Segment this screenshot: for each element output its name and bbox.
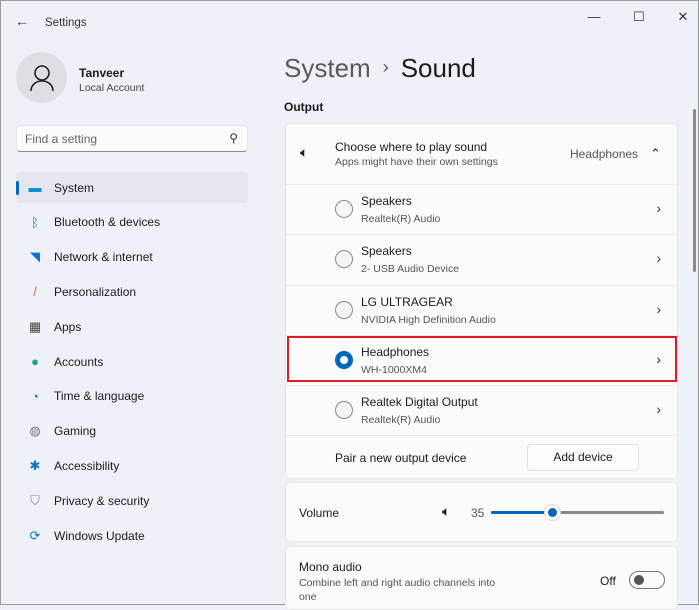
sidebar-item-windows-update[interactable]: ⟳ Windows Update: [16, 520, 248, 551]
window-title: Settings: [45, 17, 87, 29]
device-radio[interactable]: [335, 401, 353, 420]
sidebar-item-label: Accounts: [54, 354, 104, 369]
device-radio[interactable]: [335, 200, 353, 218]
nav-icon: ᛒ: [31, 214, 39, 230]
mono-audio-title: Mono audio: [299, 560, 362, 574]
sidebar-item-label: Privacy & security: [54, 493, 150, 508]
sidebar-item-label: Network & internet: [54, 250, 153, 265]
volume-speaker-icon[interactable]: 🔈︎: [442, 503, 450, 520]
highlight-box: [287, 336, 677, 382]
sidebar-item-gaming[interactable]: ◍ Gaming: [16, 416, 248, 447]
volume-slider[interactable]: [491, 504, 664, 521]
breadcrumb-separator: ›: [382, 57, 389, 77]
nav-icon: ⟳: [29, 527, 41, 543]
output-device-row[interactable]: Speakers Realtek(R) Audio ›: [286, 184, 677, 234]
chevron-up-icon[interactable]: ⌃: [650, 146, 661, 162]
mono-audio-state: Off: [600, 574, 616, 588]
nav-icon: ▦: [28, 318, 42, 334]
sidebar-item-bluetooth-devices[interactable]: ᛒ Bluetooth & devices: [16, 207, 248, 238]
device-description: 2- USB Audio Device: [361, 263, 460, 276]
nav-icon: ●: [31, 354, 39, 369]
sidebar-item-label: Accessibility: [54, 458, 120, 473]
sidebar-item-network-internet[interactable]: ◥ Network & internet: [16, 242, 248, 273]
account-type: Local Account: [79, 82, 145, 94]
sidebar-item-personalization[interactable]: / Personalization: [16, 276, 248, 307]
device-name: Realtek Digital Output: [361, 395, 478, 410]
choose-output-subtitle: Apps might have their own settings: [335, 156, 498, 168]
volume-value: 35: [471, 506, 485, 520]
avatar[interactable]: [16, 52, 67, 103]
nav-icon: ◔: [31, 388, 39, 404]
sidebar-item-privacy-security[interactable]: ⛉ Privacy & security: [16, 485, 248, 516]
device-name: Speakers: [361, 194, 412, 208]
breadcrumb: System › Sound: [284, 53, 476, 84]
pair-device-label: Pair a new output device: [335, 451, 467, 465]
volume-slider-thumb[interactable]: [543, 504, 561, 521]
output-device-row[interactable]: Speakers 2- USB Audio Device ›: [286, 234, 677, 284]
pair-device-row: Pair a new output device Add device: [286, 435, 677, 479]
device-description: NVIDIA High Definition Audio: [361, 313, 496, 326]
sidebar-item-time-language[interactable]: ◔ Time & language: [16, 381, 248, 412]
volume-slider-fill: [491, 511, 552, 514]
device-description: Realtek(R) Audio: [361, 414, 441, 427]
chevron-right-icon[interactable]: ›: [656, 200, 661, 216]
add-device-button[interactable]: Add device: [527, 444, 639, 471]
sidebar-item-accessibility[interactable]: ✱ Accessibility: [16, 450, 248, 481]
device-radio[interactable]: [335, 250, 353, 269]
sidebar-item-label: Windows Update: [54, 528, 145, 543]
sidebar-item-system[interactable]: ▬ System: [16, 172, 248, 203]
page-title: Sound: [400, 53, 476, 83]
search-placeholder: Find a setting: [25, 132, 98, 146]
device-name: LG ULTRAGEAR: [361, 294, 453, 309]
chevron-right-icon[interactable]: ›: [656, 401, 661, 417]
sidebar-item-label: Personalization: [54, 284, 137, 299]
nav-icon: ▬: [28, 180, 42, 195]
selected-output-value: Headphones: [570, 147, 639, 161]
user-icon: [29, 64, 54, 91]
output-device-row[interactable]: LG ULTRAGEAR NVIDIA High Definition Audi…: [286, 284, 677, 335]
scrollbar[interactable]: [693, 109, 696, 272]
chevron-right-icon[interactable]: ›: [656, 250, 661, 266]
chevron-right-icon[interactable]: ›: [656, 301, 661, 317]
output-device-row[interactable]: Realtek Digital Output Realtek(R) Audio …: [286, 385, 677, 435]
back-icon[interactable]: ←: [15, 13, 29, 29]
nav-icon: ⛉: [30, 492, 40, 508]
breadcrumb-parent[interactable]: System: [284, 53, 371, 83]
sidebar-item-label: Apps: [54, 319, 82, 334]
selected-indicator: [16, 181, 19, 195]
search-icon: ⚲: [229, 131, 238, 145]
close-button[interactable]: ✕: [673, 9, 693, 25]
device-name: Speakers: [361, 244, 412, 259]
volume-card: Volume 🔈︎ 35: [285, 482, 678, 542]
volume-label: Volume: [299, 506, 340, 520]
title-bar: ← Settings — ☐ ✕: [1, 1, 699, 45]
sidebar-item-label: System: [54, 180, 95, 195]
choose-output-title: Choose where to play sound: [335, 140, 488, 154]
speaker-icon: 🔈︎: [300, 144, 309, 160]
user-name: Tanveer: [79, 66, 125, 80]
sidebar-item-apps[interactable]: ▦ Apps: [16, 311, 248, 342]
minimize-button[interactable]: —: [584, 9, 604, 24]
choose-output-header[interactable]: 🔈︎ Choose where to play sound Apps might…: [286, 124, 677, 184]
output-card: 🔈︎ Choose where to play sound Apps might…: [285, 123, 678, 479]
sidebar-item-label: Gaming: [54, 424, 97, 439]
maximize-button[interactable]: ☐: [629, 9, 649, 25]
device-description: Realtek(R) Audio: [361, 213, 441, 225]
mono-audio-desc: Combine left and right audio channels in…: [299, 577, 496, 603]
sidebar-item-label: Bluetooth & devices: [54, 215, 161, 230]
search-input[interactable]: Find a setting ⚲: [16, 125, 248, 152]
sidebar-item-accounts[interactable]: ● Accounts: [16, 346, 248, 377]
nav-icon: ◍: [29, 423, 41, 439]
sidebar-item-label: Time & language: [54, 389, 145, 404]
device-radio[interactable]: [335, 300, 353, 319]
mono-audio-toggle[interactable]: [629, 571, 665, 589]
mono-audio-card: Mono audio Combine left and right audio …: [285, 546, 678, 610]
nav-icon: ◥: [30, 249, 40, 265]
nav-icon: /: [33, 284, 37, 300]
nav-icon: ✱: [29, 457, 41, 473]
section-output: Output: [284, 100, 324, 114]
